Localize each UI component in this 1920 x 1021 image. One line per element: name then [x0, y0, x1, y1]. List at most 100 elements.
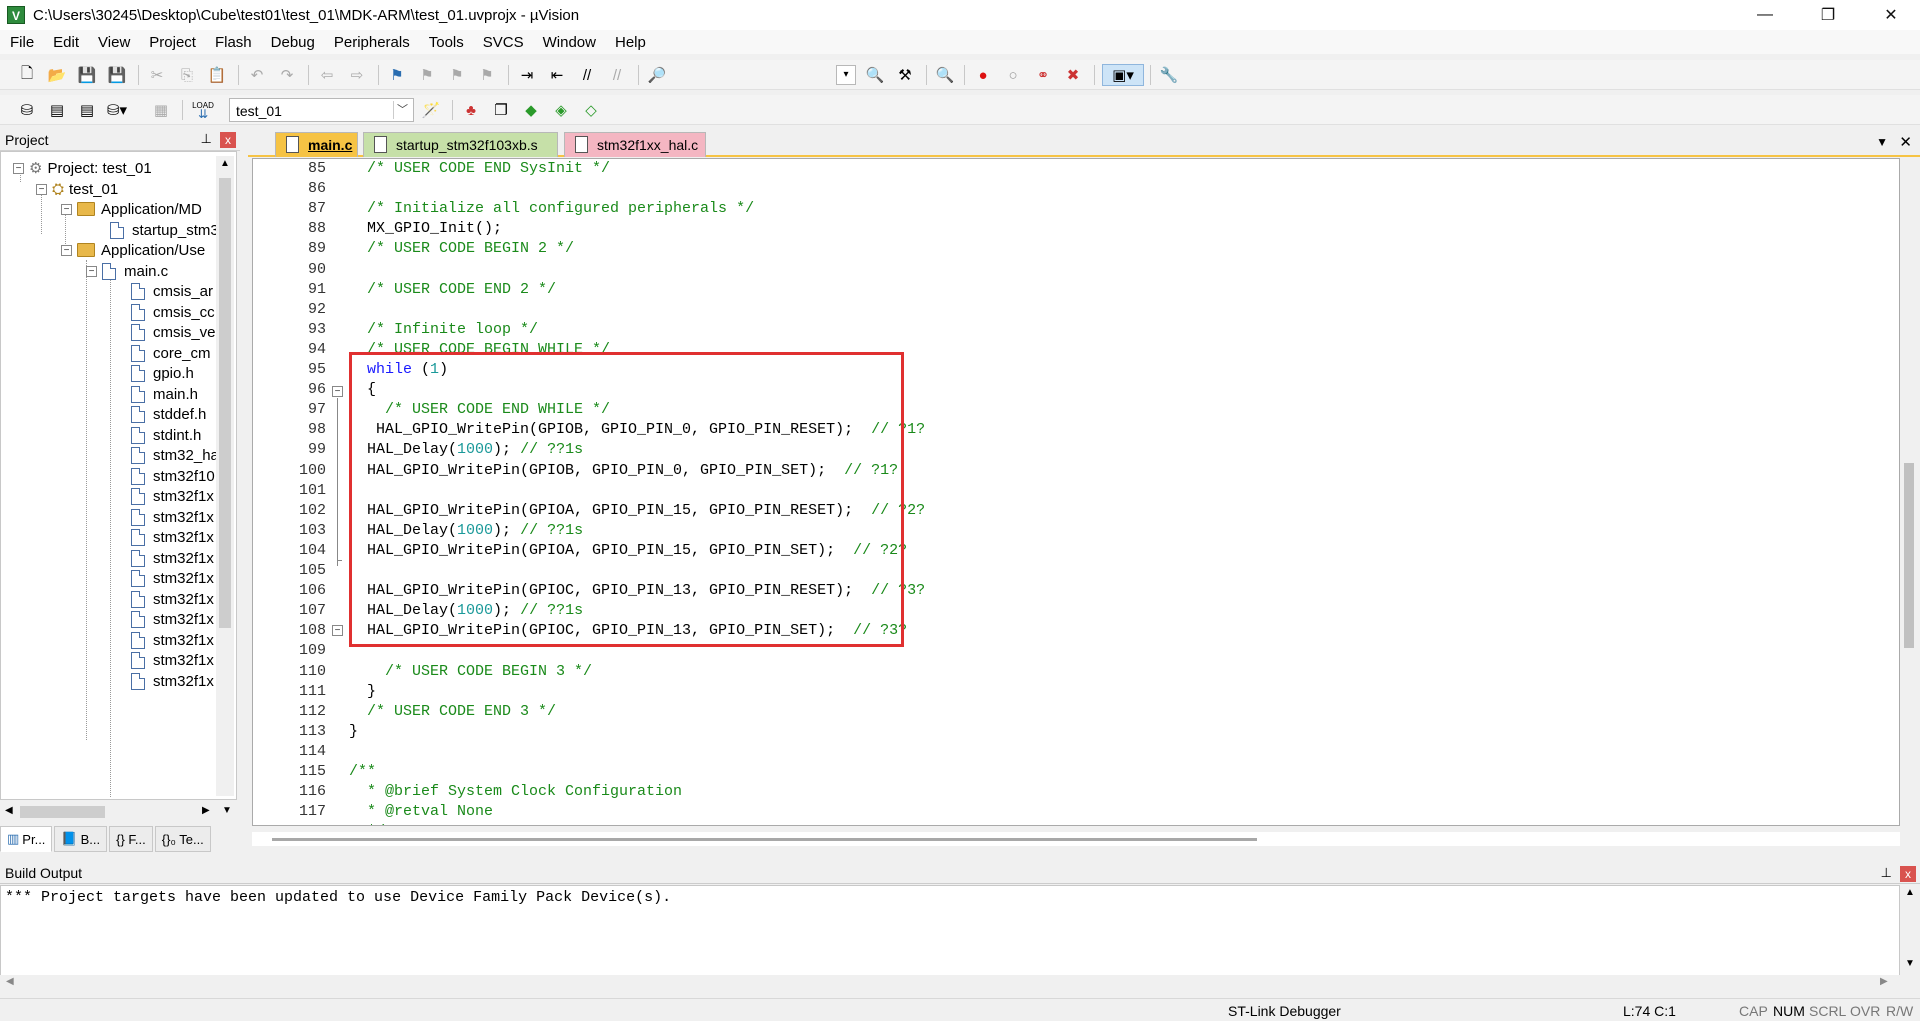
- menu-debug[interactable]: Debug: [261, 34, 324, 51]
- scroll-down-icon[interactable]: ▼: [1905, 958, 1915, 969]
- debug-session-icon[interactable]: 🔍: [934, 64, 956, 86]
- rebuild-icon[interactable]: ▤: [76, 99, 98, 121]
- tab-functions[interactable]: {} F...: [109, 826, 153, 852]
- tree-file[interactable]: stm32f1x: [131, 629, 214, 651]
- scroll-thumb[interactable]: [272, 838, 1257, 841]
- disable-breakpoints-icon[interactable]: ⚭: [1032, 64, 1054, 86]
- stop-build-icon[interactable]: ▦: [150, 99, 172, 121]
- tree-file[interactable]: gpio.h: [131, 362, 194, 384]
- scroll-thumb[interactable]: [20, 806, 105, 818]
- redo-icon[interactable]: ↷: [276, 64, 298, 86]
- minimize-button[interactable]: —: [1740, 0, 1790, 30]
- pin-icon[interactable]: ⊥: [201, 131, 212, 147]
- tree-file[interactable]: stm32f1x: [131, 670, 214, 692]
- project-horizontal-scrollbar[interactable]: ◀ ▶ ▼: [2, 803, 237, 821]
- tree-file[interactable]: stm32f1x: [131, 588, 214, 610]
- clear-bookmarks-icon[interactable]: ⚑: [476, 64, 498, 86]
- select-packs-icon[interactable]: ◇: [580, 99, 602, 121]
- close-tab-icon[interactable]: ✕: [1899, 133, 1912, 151]
- scroll-up-icon[interactable]: ▲: [1905, 887, 1915, 898]
- collapse-icon[interactable]: −: [61, 244, 72, 256]
- menu-peripherals[interactable]: Peripherals: [324, 34, 419, 51]
- collapse-icon[interactable]: −: [36, 183, 47, 195]
- tree-file-startup[interactable]: startup_stm3: [110, 219, 219, 241]
- tab-hal-c[interactable]: stm32f1xx_hal.c: [564, 132, 706, 157]
- collapse-icon[interactable]: −: [13, 162, 24, 174]
- editor-horizontal-scrollbar[interactable]: [252, 832, 1900, 846]
- menu-file[interactable]: File: [0, 34, 43, 51]
- tree-group-mdk[interactable]: − Application/MD: [61, 198, 202, 220]
- collapse-icon[interactable]: −: [61, 203, 72, 215]
- prev-bookmark-icon[interactable]: ⚑: [416, 64, 438, 86]
- tree-file-main-c[interactable]: − main.c: [86, 260, 168, 282]
- target-select[interactable]: test_01 ﹀: [229, 98, 414, 122]
- new-file-icon[interactable]: 🗋: [16, 64, 38, 86]
- close-build-output-button[interactable]: x: [1900, 866, 1916, 882]
- translate-icon[interactable]: ⛁: [16, 99, 38, 121]
- tree-file[interactable]: stm32f1x: [131, 649, 214, 671]
- nav-back-icon[interactable]: ⇦: [316, 64, 338, 86]
- tree-file[interactable]: stdint.h: [131, 424, 201, 446]
- fold-toggle-icon[interactable]: −: [332, 386, 343, 397]
- menu-svcs[interactable]: SVCS: [473, 34, 533, 51]
- tab-main-c[interactable]: main.c: [275, 132, 358, 157]
- manage-components-icon[interactable]: ♣: [460, 99, 482, 121]
- tab-books[interactable]: 📘 B...: [54, 826, 108, 852]
- kill-breakpoints-icon[interactable]: ✖: [1062, 64, 1084, 86]
- build-icon[interactable]: ▤: [46, 99, 68, 121]
- next-bookmark-icon[interactable]: ⚑: [446, 64, 468, 86]
- indent-icon[interactable]: ⇥: [516, 64, 538, 86]
- pack-installer-icon[interactable]: ◈: [550, 99, 572, 121]
- enable-breakpoint-icon[interactable]: ○: [1002, 64, 1024, 86]
- tree-file[interactable]: stddef.h: [131, 403, 206, 425]
- scroll-right-icon[interactable]: ▶: [202, 805, 210, 816]
- pin-icon[interactable]: ⊥: [1881, 865, 1892, 881]
- incremental-find-icon[interactable]: ⚒: [894, 64, 916, 86]
- tree-file[interactable]: main.h: [131, 383, 198, 405]
- tab-templates[interactable]: {}₀ Te...: [154, 826, 211, 852]
- tree-file[interactable]: stm32_ha: [131, 444, 219, 466]
- menu-help[interactable]: Help: [605, 34, 655, 51]
- tree-file[interactable]: stm32f1x: [131, 526, 214, 548]
- save-all-icon[interactable]: 💾: [106, 64, 128, 86]
- scroll-thumb[interactable]: [219, 178, 231, 628]
- tree-file[interactable]: stm32f1x: [131, 485, 214, 507]
- tree-file[interactable]: stm32f1x: [131, 567, 214, 589]
- tab-project[interactable]: ▥ Pr...: [0, 826, 53, 852]
- scroll-up-icon[interactable]: ▲: [220, 158, 230, 169]
- scroll-thumb[interactable]: [1904, 463, 1914, 648]
- uncomment-icon[interactable]: //: [606, 64, 628, 86]
- window-layout-icon[interactable]: ▣▾: [1102, 64, 1144, 86]
- editor-vertical-scrollbar[interactable]: [1900, 158, 1918, 826]
- restore-button[interactable]: ❐: [1803, 0, 1853, 30]
- bookmark-icon[interactable]: ⚑: [386, 64, 408, 86]
- tab-startup-s[interactable]: startup_stm32f103xb.s: [363, 132, 558, 157]
- nav-forward-icon[interactable]: ⇨: [346, 64, 368, 86]
- tree-file[interactable]: cmsis_ve: [131, 321, 216, 343]
- breakpoint-icon[interactable]: ●: [972, 64, 994, 86]
- tree-file[interactable]: stm32f1x: [131, 608, 214, 630]
- tree-group-user[interactable]: − Application/Use: [61, 239, 205, 261]
- tree-file[interactable]: stm32f1x: [131, 547, 214, 569]
- menu-window[interactable]: Window: [533, 34, 605, 51]
- find-in-files-icon[interactable]: 🔎: [646, 64, 668, 86]
- tree-target[interactable]: − ⛭ test_01: [36, 178, 118, 200]
- copy-icon[interactable]: ⎘: [176, 64, 198, 86]
- build-horizontal-scrollbar[interactable]: ◀ ▶: [0, 975, 1900, 991]
- build-vertical-scrollbar[interactable]: ▲ ▼: [1900, 885, 1920, 985]
- file-extensions-icon[interactable]: ❐: [490, 99, 512, 121]
- scroll-left-icon[interactable]: ◀: [5, 805, 13, 816]
- save-icon[interactable]: 💾: [76, 64, 98, 86]
- paste-icon[interactable]: 📋: [206, 64, 228, 86]
- menu-flash[interactable]: Flash: [205, 34, 261, 51]
- tree-file[interactable]: cmsis_ar: [131, 280, 213, 302]
- tree-file[interactable]: stm32f10: [131, 465, 215, 487]
- target-options-icon[interactable]: 🪄: [420, 99, 442, 121]
- scroll-right-icon[interactable]: ▶: [1880, 976, 1888, 987]
- scroll-down-icon[interactable]: ▼: [222, 805, 232, 816]
- find-icon[interactable]: 🔍: [864, 64, 886, 86]
- open-file-icon[interactable]: 📂: [46, 64, 68, 86]
- close-project-pane-button[interactable]: x: [220, 132, 236, 148]
- cut-icon[interactable]: ✂: [146, 64, 168, 86]
- manage-rte-icon[interactable]: ◆: [520, 99, 542, 121]
